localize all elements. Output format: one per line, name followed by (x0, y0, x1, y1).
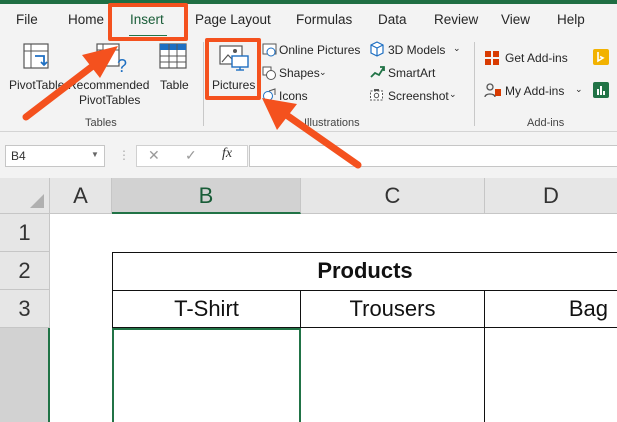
insert-function-icon[interactable]: fx (222, 146, 232, 162)
addins-group-label: Add-ins (527, 117, 565, 129)
shapes-icon (262, 66, 276, 80)
group-separator (474, 42, 475, 126)
table-border (112, 290, 617, 291)
select-all-corner[interactable] (0, 178, 50, 214)
tab-file[interactable]: File (16, 12, 38, 27)
ribbon-insert-panel: PivotTable ? Recommended PivotTables Tab… (0, 36, 617, 132)
recommended-pivottables-label-line2: PivotTables (79, 93, 141, 107)
header-cell-trousers[interactable]: Trousers (301, 296, 484, 322)
table-border (112, 252, 617, 253)
illustrations-group-label: Illustrations (304, 117, 360, 129)
tab-help[interactable]: Help (557, 12, 585, 27)
icons-icon (263, 88, 276, 101)
pictures-button-highlight (205, 38, 261, 100)
online-pictures-icon (262, 43, 277, 57)
row-header-3[interactable]: 3 (0, 290, 50, 328)
cube-3d-icon (370, 41, 384, 57)
select-all-triangle-icon (30, 194, 44, 208)
header-cell-bag[interactable]: Bag (485, 296, 608, 322)
row-header-4[interactable] (0, 328, 50, 422)
row-header-1[interactable]: 1 (0, 214, 50, 252)
confirm-entry-icon[interactable]: ✓ (185, 147, 197, 164)
insert-tab-highlight (108, 3, 188, 41)
screenshot-dropdown-chevron-icon: ⌄ (449, 89, 457, 99)
pivottable-icon (23, 43, 49, 69)
header-cell-tshirt[interactable]: T-Shirt (113, 296, 300, 322)
tab-page-layout[interactable]: Page Layout (195, 12, 271, 27)
name-box-dropdown-icon[interactable]: ▼ (91, 150, 99, 159)
tab-home[interactable]: Home (68, 12, 104, 27)
column-header-c[interactable]: C (301, 178, 485, 214)
person-addins-icon (484, 83, 501, 98)
tab-formulas[interactable]: Formulas (296, 12, 352, 27)
shapes-label: Shapes (279, 66, 320, 80)
row-header-2[interactable]: 2 (0, 252, 50, 290)
tab-review[interactable]: Review (434, 12, 478, 27)
get-addins-label: Get Add-ins (505, 51, 568, 65)
group-separator (203, 42, 204, 126)
recommended-pivottables-label-line1: Recommended (68, 78, 150, 92)
selected-cell-b4[interactable] (112, 328, 301, 422)
cancel-entry-icon[interactable]: ✕ (148, 147, 160, 164)
my-addins-label: My Add-ins (505, 84, 565, 98)
icons-label: Icons (279, 89, 308, 103)
smartart-label: SmartArt (388, 66, 436, 80)
column-header-a[interactable]: A (50, 178, 112, 214)
formula-input[interactable] (249, 145, 617, 167)
column-header-d[interactable]: D (485, 178, 617, 214)
table-title-products[interactable]: Products (113, 258, 617, 284)
table-icon (159, 43, 187, 69)
bing-icon (593, 49, 609, 65)
tab-view[interactable]: View (501, 12, 530, 27)
smartart-icon (370, 66, 385, 78)
store-grid-icon (485, 51, 499, 65)
formula-bar-grip-icon: ⋮ (118, 148, 130, 162)
ribbon-tab-bar: File Home Insert Page Layout Formulas Da… (0, 4, 617, 38)
recommended-pivottables-icon: ? (96, 43, 127, 74)
screenshot-icon (370, 89, 383, 101)
3d-models-dropdown-chevron-icon: ⌄ (453, 43, 461, 53)
tab-data[interactable]: Data (378, 12, 407, 27)
tables-group-label: Tables (85, 117, 117, 129)
people-graph-icon (593, 82, 609, 98)
name-box-value: B4 (11, 149, 26, 163)
pivottable-label: PivotTable (9, 78, 65, 92)
shapes-dropdown-chevron-icon: ⌄ (319, 67, 327, 77)
online-pictures-label: Online Pictures (279, 43, 361, 57)
svg-text:?: ? (117, 56, 127, 74)
screenshot-label: Screenshot (388, 89, 449, 103)
column-header-b[interactable]: B (112, 178, 301, 214)
my-addins-dropdown-chevron-icon: ⌄ (575, 84, 583, 94)
3d-models-label: 3D Models (388, 43, 446, 57)
table-label: Table (160, 78, 189, 92)
